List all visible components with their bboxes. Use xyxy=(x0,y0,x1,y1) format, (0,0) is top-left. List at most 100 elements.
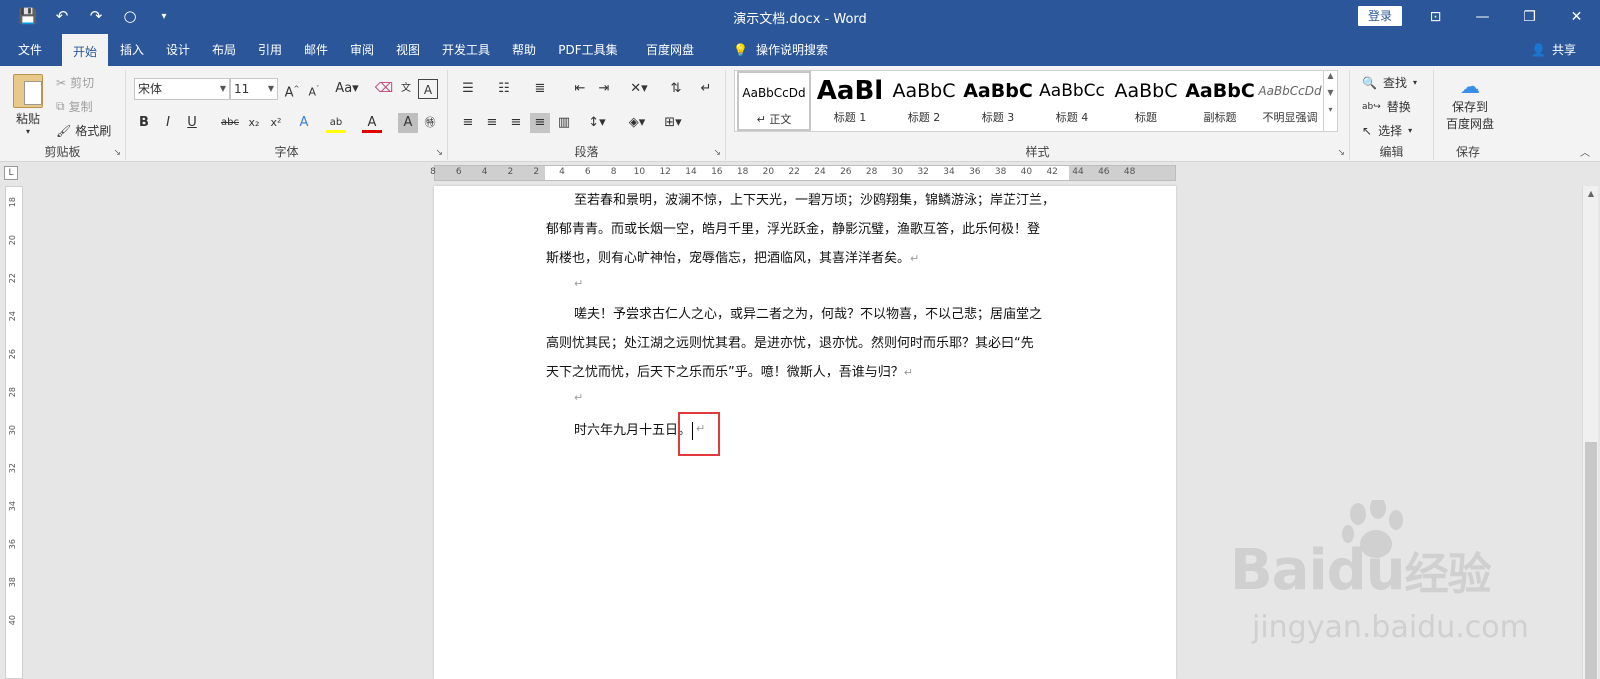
bold-icon[interactable]: B xyxy=(134,113,154,133)
vertical-scrollbar[interactable]: ▲ xyxy=(1582,186,1598,679)
tab-file[interactable]: 文件 xyxy=(8,34,52,66)
line-spacing-icon[interactable]: ↕▾ xyxy=(582,113,612,133)
collapse-ribbon-icon[interactable]: ︿ xyxy=(1580,144,1590,159)
style-title[interactable]: AaBbC 标题 xyxy=(1109,71,1183,131)
style-heading-3[interactable]: AaBbC 标题 3 xyxy=(961,71,1035,131)
minimize-icon[interactable]: — xyxy=(1459,0,1506,34)
style-normal[interactable]: AaBbCcDd ↵ 正文 xyxy=(737,71,811,131)
scrollbar-thumb[interactable] xyxy=(1585,442,1597,679)
tell-me-search[interactable]: 💡 操作说明搜索 xyxy=(733,34,828,66)
find-button[interactable]: 🔍 查找 ▾ xyxy=(1362,74,1417,91)
font-size-combobox[interactable]: 11 ▼ xyxy=(230,78,278,100)
borders-icon[interactable]: ⊞▾ xyxy=(658,113,688,133)
paragraph-2[interactable]: 嗟夫！予尝求古仁人之心，或异二者之为，何哉？不以物喜，不以己悲；居庙堂之 高则忧… xyxy=(546,300,1066,387)
ruler-tick-label: 6 xyxy=(455,167,462,177)
gallery-more-icon[interactable]: ▾ xyxy=(1324,105,1337,114)
change-case-icon[interactable]: Aa▾ xyxy=(332,79,362,99)
cut-button[interactable]: ✂ 剪切 xyxy=(56,74,94,91)
shrink-font-icon[interactable]: Aˇ xyxy=(304,79,324,99)
phonetic-guide-icon[interactable]: 文 xyxy=(396,79,416,99)
vertical-ruler[interactable]: 18 20 22 24 26 28 30 32 34 36 38 40 xyxy=(5,186,23,679)
text-effects-icon[interactable]: A xyxy=(294,113,314,133)
align-right-icon[interactable]: ≡ xyxy=(506,113,526,133)
tab-layout[interactable]: 布局 xyxy=(204,34,244,66)
scissors-icon: ✂ xyxy=(56,75,67,90)
strikethrough-icon[interactable]: abc xyxy=(218,113,242,133)
subscript-icon[interactable]: x₂ xyxy=(244,113,264,133)
style-subtle-emphasis[interactable]: AaBbCcDd 不明显强调 xyxy=(1257,71,1323,131)
paragraph-launcher-icon[interactable]: ↘ xyxy=(713,148,721,158)
gallery-scroll[interactable]: ▲ ▼ ▾ xyxy=(1323,71,1337,131)
share-button[interactable]: 👤 共享 xyxy=(1531,34,1576,66)
tab-insert[interactable]: 插入 xyxy=(112,34,152,66)
underline-icon[interactable]: U xyxy=(182,113,202,133)
shading-icon[interactable]: ◈▾ xyxy=(622,113,652,133)
select-button[interactable]: ↖ 选择 ▾ xyxy=(1362,122,1412,139)
person-icon: 👤 xyxy=(1531,43,1546,57)
cut-label: 剪切 xyxy=(70,76,95,90)
login-button[interactable]: 登录 xyxy=(1358,6,1402,26)
tab-baidu-netdisk[interactable]: 百度网盘 xyxy=(632,34,708,66)
character-shading-icon[interactable]: A xyxy=(398,113,418,133)
justify-icon[interactable]: ≡ xyxy=(530,113,550,133)
tab-review[interactable]: 审阅 xyxy=(342,34,382,66)
ruler-tick-label: 2 xyxy=(533,167,540,177)
close-icon[interactable]: ✕ xyxy=(1553,0,1600,34)
tab-home[interactable]: 开始 xyxy=(62,34,108,66)
chevron-up-icon[interactable]: ▲ xyxy=(1324,71,1337,80)
chinese-layout-icon[interactable]: ✕▾ xyxy=(624,79,654,99)
paste-dropdown-icon[interactable]: ▾ xyxy=(8,127,48,136)
decrease-indent-icon[interactable]: ⇤ xyxy=(570,79,590,99)
font-color-icon[interactable]: A xyxy=(362,113,382,133)
style-heading-1[interactable]: AaBl 标题 1 xyxy=(813,71,887,131)
tab-developer[interactable]: 开发工具 xyxy=(434,34,498,66)
sort-icon[interactable]: ⇅ xyxy=(666,79,686,99)
grow-font-icon[interactable]: A^ xyxy=(282,79,302,100)
style-heading-2[interactable]: AaBbC 标题 2 xyxy=(887,71,961,131)
ruler-tick-label: 14 xyxy=(685,167,697,177)
ruler-tick-label: 38 xyxy=(8,577,17,588)
style-subtitle[interactable]: AaBbC 副标题 xyxy=(1183,71,1257,131)
font-launcher-icon[interactable]: ↘ xyxy=(435,148,443,158)
copy-button[interactable]: ⧉ 复制 xyxy=(56,98,93,115)
show-marks-icon[interactable]: ↵ xyxy=(696,79,716,99)
replace-button[interactable]: ab↪ 替换 xyxy=(1362,98,1411,115)
ribbon-display-icon[interactable]: ⊡ xyxy=(1412,0,1459,34)
font-name-combobox[interactable]: 宋体 ▼ xyxy=(134,78,230,100)
document-page[interactable]: 至若春和景明，波澜不惊，上下天光，一碧万顷；沙鸥翔集，锦鳞游泳；岸芷汀兰， 郁郁… xyxy=(434,186,1176,679)
align-left-icon[interactable]: ≡ xyxy=(458,113,478,133)
ruler-tick-label: 28 xyxy=(865,167,878,177)
tab-design[interactable]: 设计 xyxy=(158,34,198,66)
horizontal-ruler[interactable]: 8 6 4 2 2 4 6 8 10 12 14 16 18 20 22 24 26 28 30 32 34 36 38 40… xyxy=(430,165,1176,181)
numbering-icon[interactable]: ☷ xyxy=(494,79,514,99)
paste-button[interactable]: 粘贴 ▾ xyxy=(8,74,48,136)
distributed-icon[interactable]: ▥ xyxy=(554,113,574,133)
format-painter-button[interactable]: 🖌 格式刷 xyxy=(56,122,111,139)
italic-icon[interactable]: I xyxy=(158,113,178,133)
highlight-color-icon[interactable]: ab xyxy=(326,113,346,133)
multilevel-list-icon[interactable]: ≣ xyxy=(530,79,550,99)
tab-help[interactable]: 帮助 xyxy=(504,34,544,66)
style-heading-4[interactable]: AaBbCc 标题 4 xyxy=(1035,71,1109,131)
tab-selector[interactable]: L xyxy=(4,166,18,180)
clipboard-launcher-icon[interactable]: ↘ xyxy=(113,148,121,158)
styles-launcher-icon[interactable]: ↘ xyxy=(1337,148,1345,158)
enclose-characters-icon[interactable]: ㊕ xyxy=(420,113,440,133)
paragraph-3[interactable]: 时六年九月十五日。 xyxy=(546,416,1066,445)
superscript-icon[interactable]: x² xyxy=(266,113,286,133)
tab-pdf-tools[interactable]: PDF工具集 xyxy=(550,34,626,66)
align-center-icon[interactable]: ≡ xyxy=(482,113,502,133)
paste-icon xyxy=(13,74,43,108)
tab-view[interactable]: 视图 xyxy=(388,34,428,66)
scroll-up-icon[interactable]: ▲ xyxy=(1583,186,1599,202)
save-to-baidu-button[interactable]: ☁ 保存到 百度网盘 xyxy=(1442,74,1498,132)
character-border-icon[interactable]: A xyxy=(418,79,438,99)
tab-mailings[interactable]: 邮件 xyxy=(296,34,336,66)
clear-formatting-icon[interactable]: ⌫ xyxy=(374,79,394,99)
tab-references[interactable]: 引用 xyxy=(250,34,290,66)
paragraph-1[interactable]: 至若春和景明，波澜不惊，上下天光，一碧万顷；沙鸥翔集，锦鳞游泳；岸芷汀兰， 郁郁… xyxy=(546,186,1066,273)
bullets-icon[interactable]: ☰ xyxy=(458,79,478,99)
chevron-down-icon[interactable]: ▼ xyxy=(1324,88,1337,97)
restore-icon[interactable]: ❐ xyxy=(1506,0,1553,34)
increase-indent-icon[interactable]: ⇥ xyxy=(594,79,614,99)
